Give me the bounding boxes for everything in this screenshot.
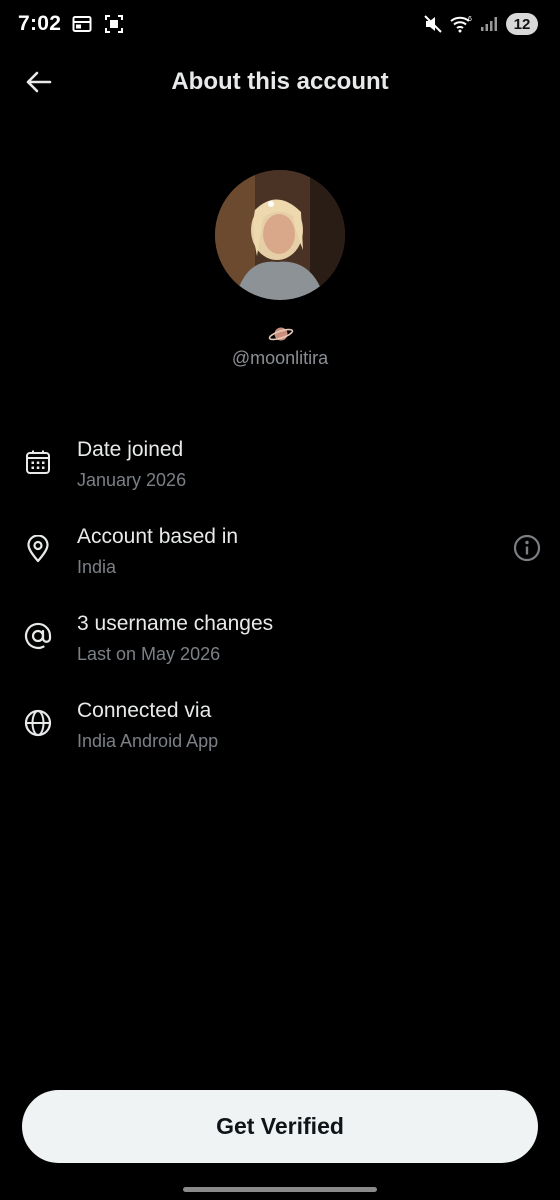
- row-subtitle: January 2026: [77, 470, 187, 490]
- app-header: About this account: [0, 52, 560, 112]
- signal-icon: [478, 13, 500, 35]
- ringed-planet-icon: [268, 323, 294, 345]
- date-joined-text: Date joined January 2026: [77, 436, 186, 494]
- calendar-status-icon: [71, 13, 93, 35]
- svg-text:6: 6: [468, 16, 472, 23]
- avatar[interactable]: [215, 170, 345, 300]
- row-subtitle: India: [77, 557, 117, 577]
- row-title: Connected via: [77, 699, 212, 722]
- row-subtitle: Last on May 2026: [77, 644, 221, 664]
- get-verified-label: Get Verified: [216, 1113, 344, 1139]
- mute-icon: [422, 13, 444, 35]
- row-title: Date joined: [77, 438, 184, 461]
- location-info-button[interactable]: [512, 533, 542, 563]
- location-pin-icon: [24, 535, 52, 563]
- calendar-icon: [24, 448, 52, 476]
- page-title: About this account: [171, 68, 389, 95]
- account-location-row: Account based in India: [0, 517, 560, 604]
- row-title: 3 username changes: [77, 612, 274, 635]
- status-time: 7:02: [18, 12, 62, 35]
- row-title: Account based in: [77, 525, 239, 548]
- connected-via-row: Connected via India Android App: [0, 691, 560, 778]
- back-button[interactable]: [22, 66, 54, 98]
- account-location-text: Account based in India: [77, 523, 238, 581]
- wifi-icon: 6: [450, 13, 472, 35]
- status-right: 6 12: [422, 13, 538, 35]
- connected-via-text: Connected via India Android App: [77, 697, 218, 755]
- home-indicator[interactable]: [183, 1187, 377, 1192]
- account-info-list: Date joined January 2026 Account based i…: [0, 430, 560, 778]
- username-changes-text: 3 username changes Last on May 2026: [77, 610, 273, 668]
- get-verified-button[interactable]: Get Verified: [22, 1090, 538, 1163]
- about-account-screen: 7:02 6 12 About this account @moonlitira…: [0, 0, 560, 1200]
- battery-indicator: 12: [506, 13, 538, 35]
- status-left: 7:02: [18, 12, 125, 36]
- globe-icon: [24, 709, 52, 737]
- row-subtitle: India Android App: [77, 731, 219, 751]
- username-changes-row: 3 username changes Last on May 2026: [0, 604, 560, 691]
- screen-record-icon: [103, 13, 125, 35]
- username-handle: @moonlitira: [231, 348, 329, 368]
- status-bar: 7:02 6 12: [0, 0, 560, 48]
- date-joined-row: Date joined January 2026: [0, 430, 560, 517]
- at-sign-icon: [24, 622, 52, 650]
- profile-photo: [215, 170, 345, 300]
- arrow-left-icon: [26, 71, 52, 93]
- info-icon: [513, 534, 541, 562]
